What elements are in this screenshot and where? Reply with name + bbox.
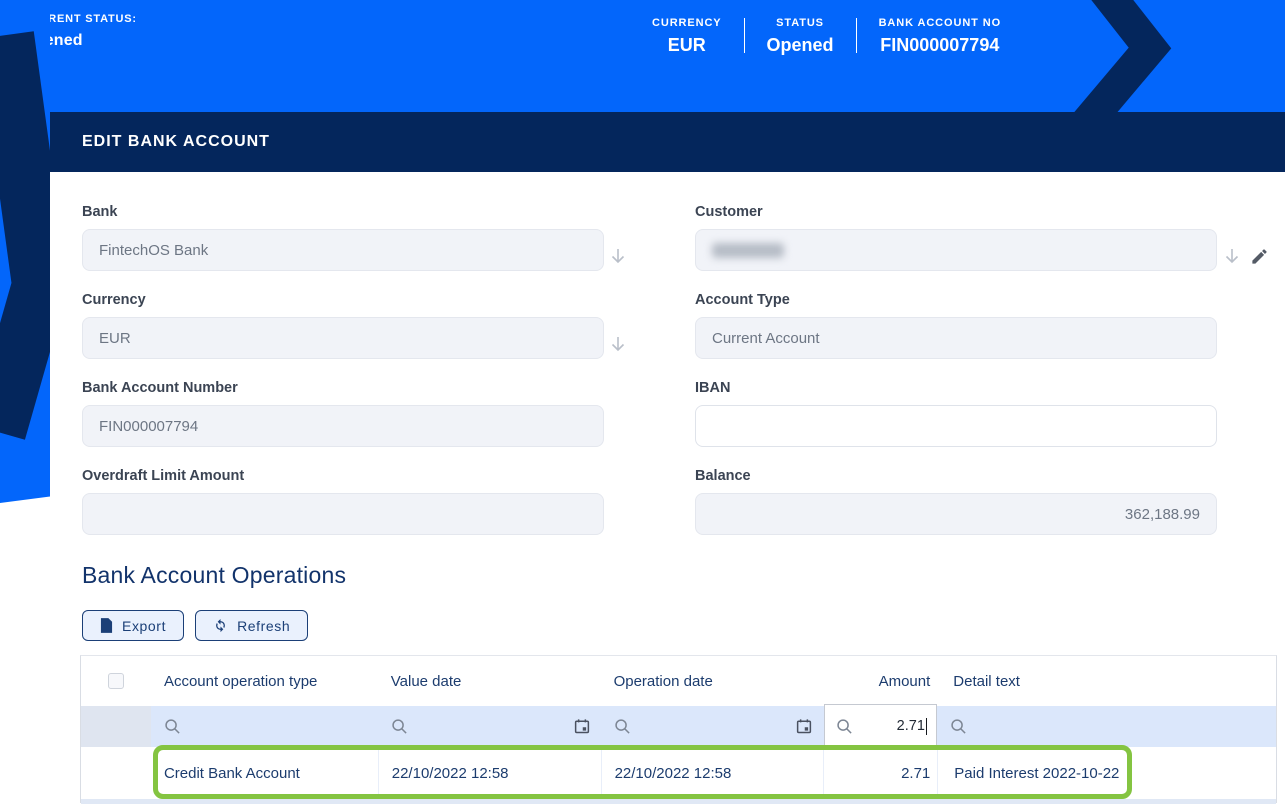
account-type-input[interactable]: Current Account [695, 317, 1217, 359]
header-cell-select [81, 673, 151, 689]
operations-heading: Bank Account Operations [82, 562, 347, 588]
stat-account-no-value: FIN000007794 [880, 35, 1000, 55]
stat-account-no-label: BANK ACCOUNT NO [878, 17, 1002, 29]
export-button[interactable]: Export [82, 610, 185, 641]
calendar-icon[interactable] [573, 717, 591, 736]
overdraft-limit-label: Overdraft Limit Amount [82, 468, 245, 484]
stat-currency-value: EUR [667, 35, 706, 55]
balance-label: Balance [695, 468, 751, 484]
calendar-icon[interactable] [795, 717, 813, 736]
search-icon [165, 719, 180, 734]
account-type-label: Account Type [695, 292, 790, 308]
redacted-customer-value [712, 242, 784, 258]
field-bank: Bank FintechOS Bank [82, 204, 625, 271]
field-customer: Customer [695, 204, 1267, 271]
search-icon [392, 719, 407, 734]
field-overdraft-limit: Overdraft Limit Amount [82, 468, 604, 535]
refresh-button-label: Refresh [237, 617, 291, 634]
balance-input[interactable]: 362,188.99 [695, 493, 1217, 535]
iban-input[interactable] [695, 405, 1217, 447]
field-balance: Balance 362,188.99 [695, 468, 1217, 535]
customer-label: Customer [695, 204, 763, 220]
refresh-button[interactable]: Refresh [195, 610, 309, 641]
edit-pencil-icon[interactable] [1250, 247, 1269, 266]
header-cell-amount[interactable]: Amount [823, 673, 937, 690]
row-cell-operation-date[interactable]: 22/10/2022 12:58 [600, 747, 824, 799]
field-account-type: Account Type Current Account [695, 292, 1217, 359]
page-title: EDIT BANK ACCOUNT [82, 133, 270, 150]
stat-status-value: Opened [766, 35, 834, 55]
field-iban: IBAN [695, 380, 1217, 447]
operations-table: Account operation type Value date Operat… [80, 655, 1277, 804]
iban-label: IBAN [695, 380, 731, 396]
header-stats: CURRENCY EUR STATUS Opened BANK ACCOUNT … [630, 17, 1023, 56]
filter-value-date[interactable] [378, 706, 601, 747]
export-button-label: Export [122, 617, 167, 634]
header-cell-detail-text[interactable]: Detail text [937, 673, 1276, 690]
bank-label: Bank [82, 204, 118, 220]
row-cell-select[interactable] [81, 747, 151, 799]
header-cell-value-date[interactable]: Value date [378, 673, 601, 690]
stat-status: STATUS Opened [745, 17, 856, 56]
row-cell-operation-type[interactable]: Credit Bank Account [151, 747, 378, 799]
overdraft-limit-input[interactable] [82, 493, 604, 535]
table-header-row: Account operation type Value date Operat… [81, 656, 1276, 706]
bank-account-form: Bank FintechOS Bank Customer Currency EU… [82, 204, 1267, 535]
row-cell-value-date[interactable]: 22/10/2022 12:58 [377, 747, 601, 799]
stat-currency-label: CURRENCY [652, 17, 722, 29]
amount-filter-input[interactable]: 2.71 [824, 704, 938, 748]
filter-operation-type[interactable] [151, 706, 378, 747]
row-cell-amount[interactable]: 2.71 [823, 747, 937, 799]
dropdown-arrow-icon[interactable] [1222, 246, 1242, 266]
customer-input[interactable] [695, 229, 1217, 271]
table-row[interactable]: Credit Bank Account 22/10/2022 12:58 22/… [81, 747, 1276, 799]
filter-operation-date[interactable] [601, 706, 824, 747]
operations-toolbar: Export Refresh [82, 610, 309, 641]
filter-detail-text[interactable] [937, 706, 1276, 747]
top-status-header: CURRENT STATUS: Opened CURRENCY EUR STAT… [0, 0, 1285, 112]
next-row-edge [81, 799, 1276, 804]
stat-currency: CURRENCY EUR [630, 17, 744, 56]
field-currency: Currency EUR [82, 292, 625, 359]
decorative-chevron-graphic [1074, 0, 1172, 112]
header-cell-operation-date[interactable]: Operation date [601, 673, 824, 690]
currency-label: Currency [82, 292, 146, 308]
search-icon [837, 718, 853, 734]
filter-cell-select [81, 706, 151, 747]
header-cell-operation-type[interactable]: Account operation type [151, 673, 378, 690]
filter-amount: 2.71 [823, 704, 938, 748]
bank-account-number-label: Bank Account Number [82, 380, 238, 396]
decorative-left-band [0, 0, 50, 503]
currency-input[interactable]: EUR [82, 317, 604, 359]
search-icon [614, 719, 630, 734]
page-title-bar: EDIT BANK ACCOUNT [50, 112, 1285, 172]
document-icon [100, 618, 113, 633]
table-filter-row: 2.71 [81, 704, 1276, 748]
text-cursor [925, 717, 928, 735]
stat-account-no: BANK ACCOUNT NO FIN000007794 [857, 17, 1023, 56]
field-bank-account-number: Bank Account Number FIN000007794 [82, 380, 604, 447]
search-icon [951, 719, 966, 734]
refresh-icon [216, 618, 225, 633]
decorative-chevron-band [0, 31, 50, 440]
dropdown-arrow-icon[interactable] [608, 334, 628, 354]
amount-filter-value: 2.71 [896, 718, 925, 734]
row-cell-detail-text[interactable]: Paid Interest 2022-10-22 [937, 747, 1276, 799]
select-all-checkbox[interactable] [107, 673, 124, 689]
bank-input[interactable]: FintechOS Bank [82, 229, 604, 271]
stat-status-label: STATUS [776, 17, 824, 29]
bank-account-number-input[interactable]: FIN000007794 [82, 405, 604, 447]
dropdown-arrow-icon[interactable] [608, 246, 628, 266]
